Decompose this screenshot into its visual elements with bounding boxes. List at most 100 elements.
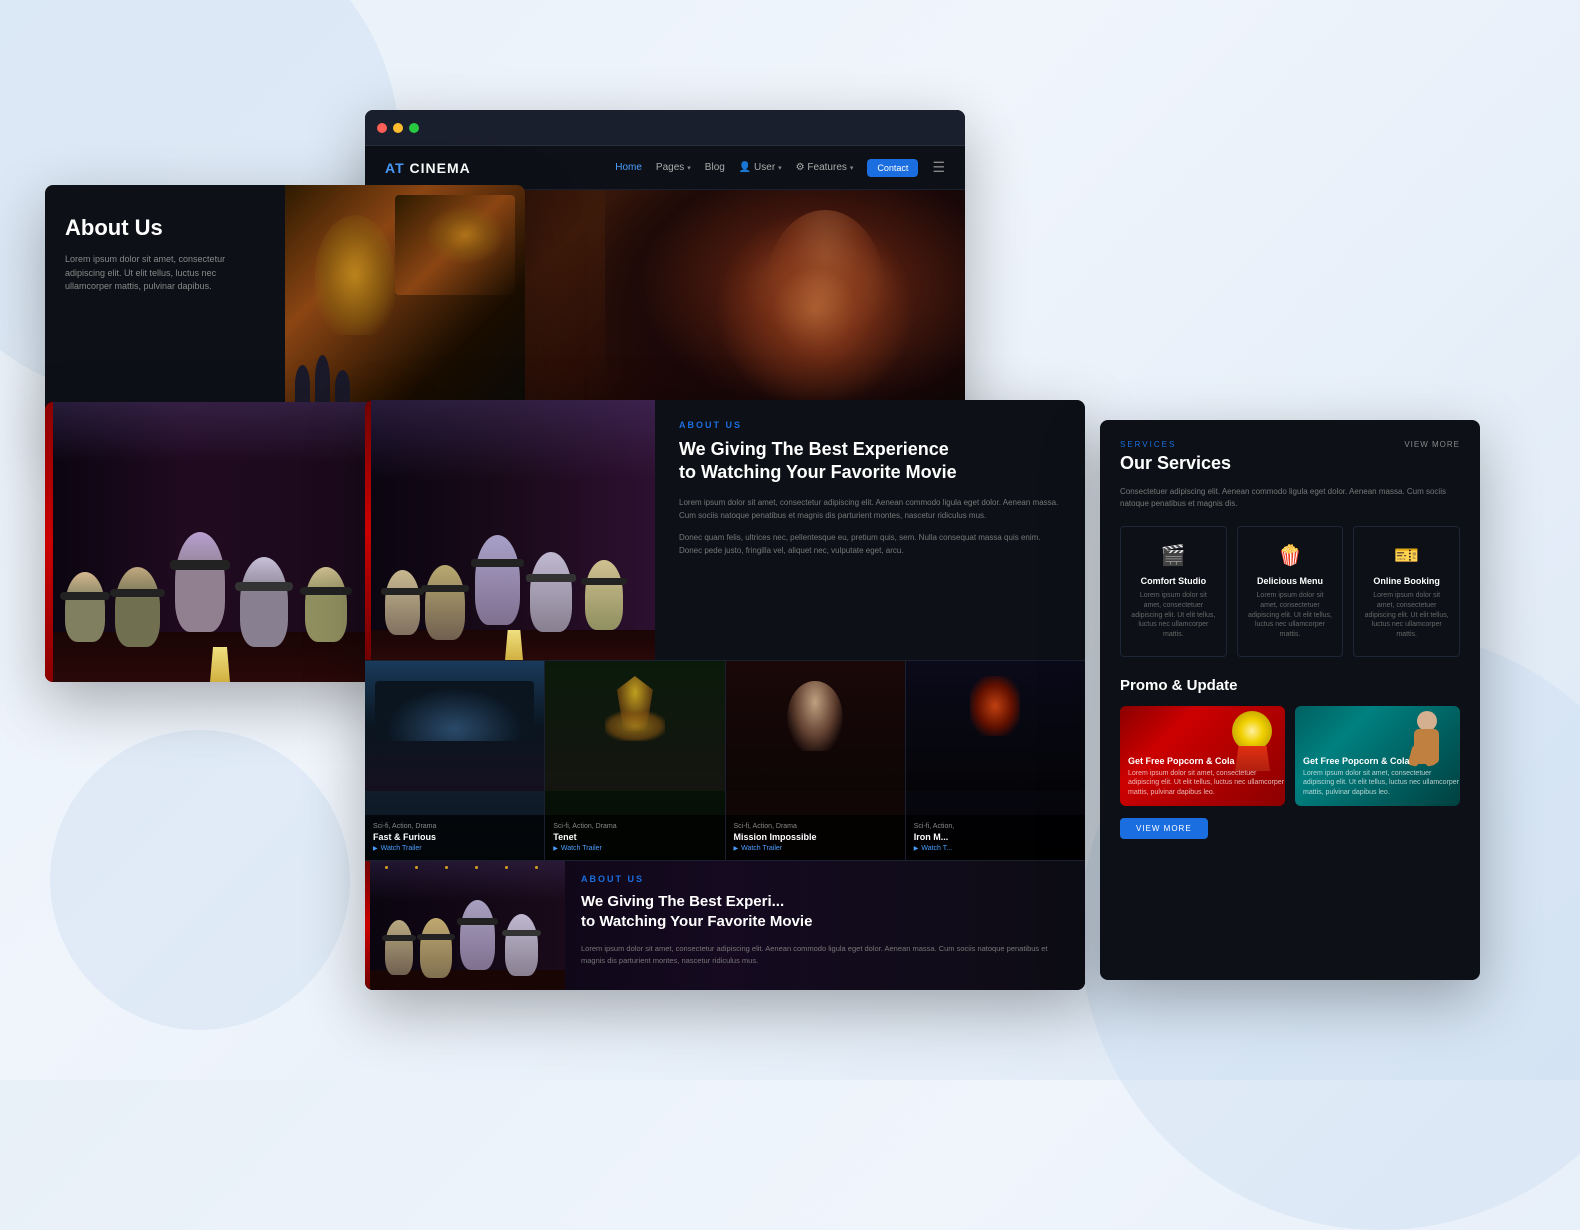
glasses-1	[60, 592, 110, 600]
title-line2: to Watching Your Favorite Movie	[679, 462, 957, 482]
wolf-mouth	[605, 711, 665, 741]
about-desc-1: Lorem ipsum dolor sit amet, consectetur …	[679, 497, 1061, 523]
light-4	[475, 866, 478, 869]
promo-1-desc: Lorem ipsum dolor sit amet, consectetuer…	[1128, 769, 1285, 798]
movie-1-info: Sci-fi, Action, Drama Fast & Furious Wat…	[365, 815, 544, 860]
b-glasses-3	[457, 918, 498, 925]
light-3	[445, 866, 448, 869]
services-header-left: SERVICES Our Services	[1120, 440, 1231, 474]
red-stripe	[45, 402, 53, 682]
movie-2-title: Tenet	[553, 832, 716, 842]
s-person-3	[475, 535, 520, 625]
browser-maximize-dot	[409, 123, 419, 133]
movie-2-bg	[545, 661, 724, 791]
promo-card-1[interactable]: Get Free Popcorn & Cola Lorem ipsum dolo…	[1120, 706, 1285, 806]
movie-card-1[interactable]: Sci-fi, Action, Drama Fast & Furious Wat…	[365, 661, 545, 860]
movie-card-4[interactable]: Sci-fi, Action, Iron M... Watch T...	[906, 661, 1085, 860]
nav-user[interactable]: 👤 User ▾	[739, 162, 782, 173]
hamburger-icon[interactable]: ☰	[932, 159, 945, 176]
glasses-4	[235, 582, 293, 591]
logo-text: CINEMA	[405, 160, 471, 176]
s-person-2	[425, 565, 465, 640]
dancer-head	[1417, 711, 1437, 731]
b-person-1	[385, 920, 413, 975]
bottom-section-label: ABOUT US	[581, 874, 1069, 884]
services-title: Our Services	[1120, 453, 1231, 474]
popcorn-ball	[1232, 711, 1272, 751]
s-glasses-1	[381, 588, 424, 595]
cinema-audience-image	[365, 400, 655, 660]
nav-home[interactable]: Home	[615, 162, 642, 173]
nav-contact-btn[interactable]: Contact	[867, 159, 918, 177]
projector-light	[425, 205, 505, 265]
promo-2-text: Get Free Popcorn & Cola Lorem ipsum dolo…	[1303, 756, 1460, 798]
red-accent	[365, 400, 371, 660]
comfort-studio-icon: 🎬	[1131, 543, 1216, 568]
bottom-title-2: to Watching Your Favorite Movie	[581, 913, 812, 930]
bottom-desc: Lorem ipsum dolor sit amet, consectetur …	[581, 943, 1069, 967]
bottom-title-1: We Giving The Best Experi...	[581, 893, 784, 910]
glasses-3	[170, 560, 230, 570]
b-glasses-2	[417, 934, 455, 940]
bottom-section-title: We Giving The Best Experi... to Watching…	[581, 892, 1069, 931]
mission-figure	[788, 681, 843, 751]
site-logo[interactable]: AT CINEMA	[385, 160, 471, 176]
popcorn-cup	[210, 647, 230, 682]
service-2-desc: Lorem ipsum dolor sit amet, consectetuer…	[1248, 591, 1333, 640]
person-3	[175, 532, 225, 632]
b-red-stripe	[365, 861, 370, 990]
movie-1-trailer[interactable]: Watch Trailer	[373, 845, 536, 852]
movie-card-3[interactable]: Sci-fi, Action, Drama Mission Impossible…	[726, 661, 906, 860]
main-content: ABOUT US We Giving The Best Experience t…	[365, 400, 1085, 990]
movie-4-genre: Sci-fi, Action,	[914, 823, 1077, 830]
logo-highlight: AT	[385, 160, 405, 176]
service-3-desc: Lorem ipsum dolor sit amet, consectetuer…	[1364, 591, 1449, 640]
s-person-4	[530, 552, 572, 632]
services-view-more[interactable]: VIEW MORE	[1404, 440, 1460, 449]
b-glasses-1	[382, 935, 416, 941]
service-1-name: Comfort Studio	[1131, 576, 1216, 586]
b-person-3	[460, 900, 495, 970]
promo-grid: Get Free Popcorn & Cola Lorem ipsum dolo…	[1120, 706, 1460, 806]
nav-features[interactable]: ⚙ Features ▾	[796, 162, 854, 173]
b-person-4	[505, 914, 538, 976]
nav-pages[interactable]: Pages ▾	[656, 162, 691, 173]
service-item-3[interactable]: 🎫 Online Booking Lorem ipsum dolor sit a…	[1353, 526, 1460, 657]
movie-4-title: Iron M...	[914, 832, 1077, 842]
promo-view-more-btn[interactable]: VIEW MORE	[1120, 818, 1208, 839]
services-grid: 🎬 Comfort Studio Lorem ipsum dolor sit a…	[1120, 526, 1460, 657]
iron-figure	[970, 676, 1020, 736]
card-bottom-section: ABOUT US We Giving The Best Experi... to…	[365, 860, 1085, 990]
services-header: SERVICES Our Services VIEW MORE	[1120, 440, 1460, 474]
movie-3-trailer[interactable]: Watch Trailer	[734, 845, 897, 852]
about-desc-2: Donec quam felis, ultrices nec, pellente…	[679, 532, 1061, 558]
movie-2-trailer[interactable]: Watch Trailer	[553, 845, 716, 852]
b-glasses-4	[502, 930, 541, 936]
cinema-audience-card	[45, 402, 395, 682]
movie-2-genre: Sci-fi, Action, Drama	[553, 823, 716, 830]
service-item-2[interactable]: 🍿 Delicious Menu Lorem ipsum dolor sit a…	[1237, 526, 1344, 657]
promo-1-text: Get Free Popcorn & Cola Lorem ipsum dolo…	[1128, 756, 1285, 798]
promo-card-2[interactable]: Get Free Popcorn & Cola Lorem ipsum dolo…	[1295, 706, 1460, 806]
movie-4-trailer[interactable]: Watch T...	[914, 845, 1077, 852]
delicious-menu-icon: 🍿	[1248, 543, 1333, 568]
services-label: SERVICES	[1120, 440, 1231, 449]
promo-2-desc: Lorem ipsum dolor sit amet, consectetuer…	[1303, 769, 1460, 798]
person-1	[65, 572, 105, 642]
about-us-description: Lorem ipsum dolor sit amet, consectetur …	[65, 253, 265, 294]
cinema-bg	[45, 402, 395, 682]
bottom-inner: ABOUT US We Giving The Best Experi... to…	[365, 861, 1085, 990]
s-person-1	[385, 570, 420, 635]
services-card: SERVICES Our Services VIEW MORE Consecte…	[1100, 420, 1480, 980]
about-us-image	[285, 185, 525, 425]
nav-blog[interactable]: Blog	[705, 162, 725, 173]
s-glasses-5	[581, 578, 627, 585]
services-content: SERVICES Our Services VIEW MORE Consecte…	[1100, 420, 1480, 980]
title-line1: We Giving The Best Experience	[679, 439, 949, 459]
movie-grid: Sci-fi, Action, Drama Fast & Furious Wat…	[365, 660, 1085, 860]
service-item-1[interactable]: 🎬 Comfort Studio Lorem ipsum dolor sit a…	[1120, 526, 1227, 657]
services-description: Consectetuer adipiscing elit. Aenean com…	[1120, 486, 1460, 510]
s-glasses-3	[471, 559, 524, 567]
light-1	[385, 866, 388, 869]
movie-card-2[interactable]: Sci-fi, Action, Drama Tenet Watch Traile…	[545, 661, 725, 860]
